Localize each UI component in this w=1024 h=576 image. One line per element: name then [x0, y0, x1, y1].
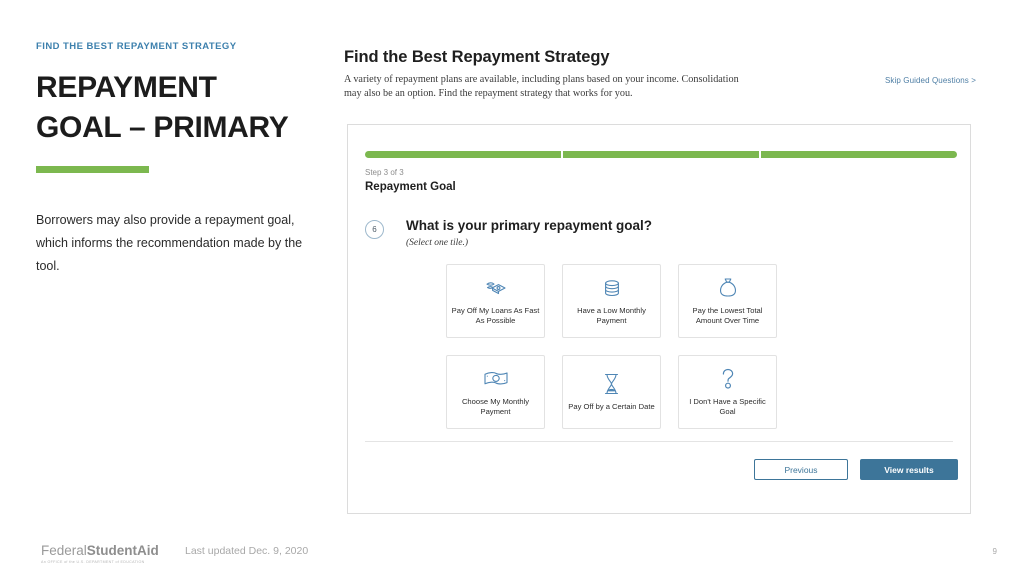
slide-left-column: FIND THE BEST REPAYMENT STRATEGY REPAYME…	[36, 40, 316, 291]
step-counter: Step 3 of 3	[365, 168, 404, 177]
progress-segment-1	[365, 151, 561, 158]
logo-tagline: An OFFICE of the U.S. DEPARTMENT of EDUC…	[41, 560, 145, 564]
question-text: What is your primary repayment goal?	[406, 218, 653, 233]
page-number: 9	[992, 547, 997, 556]
accent-bar	[36, 166, 149, 173]
coin-stack-icon	[601, 276, 623, 300]
goal-tile-label: I Don't Have a Specific Goal	[689, 396, 766, 417]
goal-tile-label: Have a Low Monthly Payment	[577, 305, 646, 326]
panel-title: Find the Best Repayment Strategy	[344, 48, 610, 66]
goal-tile-grid: Pay Off My Loans As Fast As Possible Hav…	[446, 264, 953, 429]
goal-tile-lowest-total[interactable]: Pay the Lowest Total Amount Over Time	[678, 264, 777, 338]
goal-tile-fast-payoff[interactable]: Pay Off My Loans As Fast As Possible	[446, 264, 545, 338]
skip-guided-questions-link[interactable]: Skip Guided Questions >	[885, 76, 976, 85]
previous-button[interactable]: Previous	[754, 459, 848, 480]
slide-eyebrow: FIND THE BEST REPAYMENT STRATEGY	[36, 41, 237, 52]
logo-wordmark: FederalStudentAid	[41, 543, 159, 559]
goal-tile-certain-date[interactable]: Pay Off by a Certain Date	[562, 355, 661, 429]
slide-body-text: Borrowers may also provide a repayment g…	[36, 213, 303, 273]
panel-header: Find the Best Repayment Strategy A varie…	[344, 46, 980, 101]
question-number-badge: 6	[365, 220, 384, 239]
question-hint: (Select one tile.)	[406, 238, 468, 248]
wizard-card: Step 3 of 3 Repayment Goal 6 What is you…	[347, 124, 971, 514]
page-title-line-1: REPAYMENT	[36, 71, 217, 104]
page-title: REPAYMENT GOAL – PRIMARY	[36, 68, 316, 148]
goal-tile-label: Pay Off My Loans As Fast As Possible	[451, 305, 540, 326]
card-actions: Previous View results	[754, 459, 958, 480]
panel-subtitle: A variety of repayment plans are availab…	[344, 74, 739, 99]
money-bag-icon	[718, 276, 738, 300]
goal-tile-low-monthly-payment[interactable]: Have a Low Monthly Payment	[562, 264, 661, 338]
hourglass-icon	[603, 372, 620, 396]
wizard-card-inner: Step 3 of 3 Repayment Goal 6 What is you…	[365, 151, 957, 429]
card-divider	[365, 441, 953, 442]
last-updated-text: Last updated Dec. 9, 2020	[185, 545, 309, 557]
goal-tile-label: Pay the Lowest Total Amount Over Time	[692, 305, 763, 326]
goal-tile-label: Pay Off by a Certain Date	[568, 401, 655, 411]
question-block: 6 What is your primary repayment goal? (…	[365, 217, 953, 249]
logo-word-federal: Federal	[41, 543, 87, 558]
page-title-line-2: GOAL – PRIMARY	[36, 111, 289, 144]
progress-segment-3	[761, 151, 957, 158]
question-mark-icon	[720, 367, 736, 391]
goal-tile-label: Choose My Monthly Payment	[461, 396, 530, 417]
step-title: Repayment Goal	[365, 181, 456, 193]
logo-word-studentaid: StudentAid	[86, 543, 159, 558]
progress-bar	[365, 151, 957, 158]
federal-student-aid-logo: FederalStudentAid An OFFICE of the U.S. …	[41, 543, 159, 564]
banknote-icon	[483, 367, 509, 391]
view-results-button[interactable]: View results	[860, 459, 958, 480]
goal-tile-no-specific-goal[interactable]: I Don't Have a Specific Goal	[678, 355, 777, 429]
progress-segment-2	[563, 151, 759, 158]
flying-money-icon	[484, 276, 508, 300]
goal-tile-choose-payment[interactable]: Choose My Monthly Payment	[446, 355, 545, 429]
